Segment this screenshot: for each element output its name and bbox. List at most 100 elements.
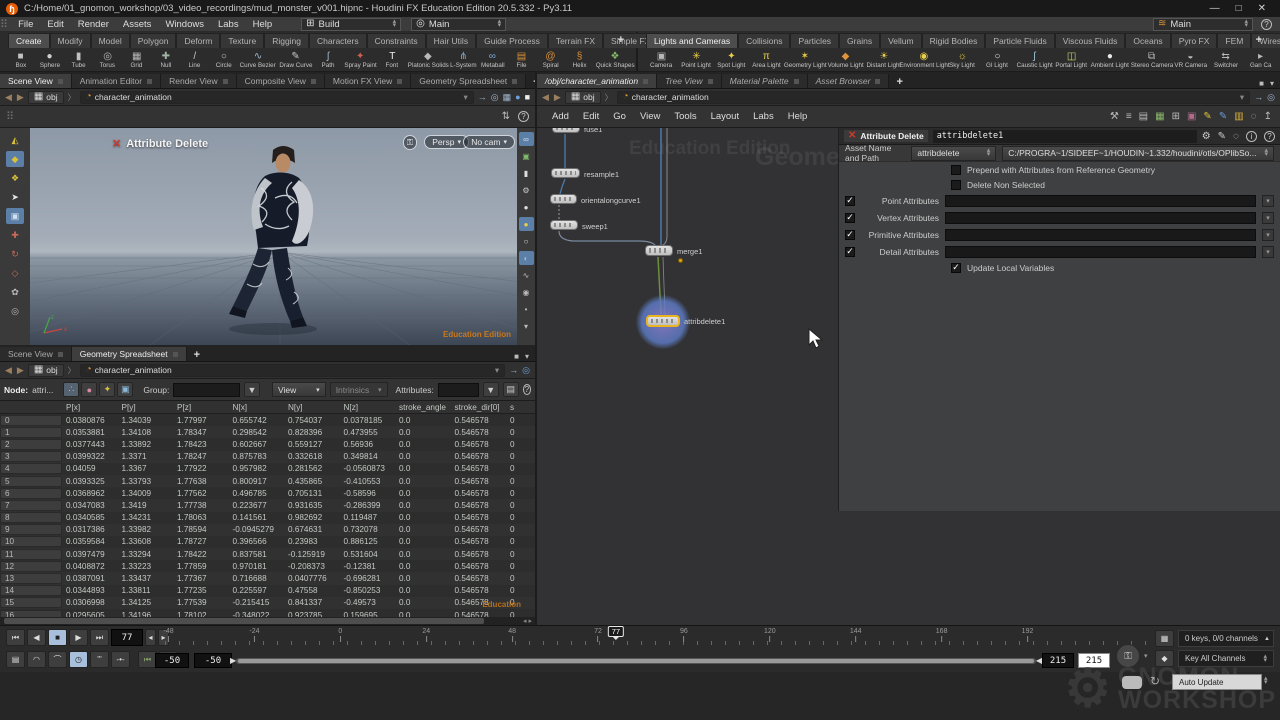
table-row[interactable]: 13 0.03870911.334371.773670.7166880.0407… [0,572,535,584]
desktop-selector[interactable]: ⊞Build [301,18,401,31]
table-row[interactable]: 9 0.03173861.339821.78594-0.09452790.674… [0,524,535,536]
follow-icon[interactable]: ◎ [491,92,499,103]
pane-tab[interactable]: Geometry Spreadsheet [72,347,187,361]
table-row[interactable]: 12 0.04088721.332231.778590.970181-0.208… [0,560,535,572]
shelf-tool[interactable]: ✦Spray Paint [343,48,378,72]
display-option-icon[interactable]: • [519,302,534,316]
shelf-tool[interactable]: ✶Geometry Light [784,48,826,72]
new-pane-tab-button[interactable]: + [187,349,207,361]
network-node[interactable] [550,194,577,204]
add-shelf-tab-button[interactable]: + [612,34,630,46]
node-value[interactable]: attri... [32,385,53,395]
shelf-tool[interactable]: ◆Volume Light [826,48,865,72]
attr-class-icon[interactable]: ▣ [117,382,133,397]
shelf-tool[interactable]: πArea Light [749,48,784,72]
tab-close-icon[interactable] [397,79,402,84]
shelf-tab[interactable]: Hair Utils [426,33,476,48]
checkbox[interactable] [845,230,855,240]
clock-icon[interactable]: ◷ [69,651,88,668]
network-node[interactable] [550,220,578,230]
attribute-menu-icon[interactable]: ▾ [1262,246,1274,258]
shelf-tool[interactable]: ○Circle [209,48,238,72]
shelf-tool[interactable]: ⇆Switcher [1208,48,1243,72]
shelf-tool[interactable]: TFont [378,48,407,72]
checkbox[interactable] [951,180,961,190]
tab-close-icon[interactable] [794,79,799,84]
shelf-tool[interactable]: §Helix [565,48,594,72]
shelf-tab[interactable]: Particles [790,33,839,48]
menu-item[interactable]: File [11,18,40,31]
forward-arrow-icon[interactable]: ▶ [554,92,561,103]
pane-tab[interactable]: Render View [161,74,237,88]
table-row[interactable]: 4 0.040591.33671.779220.9579820.281562-0… [0,463,535,475]
horizontal-scrollbar[interactable]: ◂ ▸ [0,617,535,625]
tree-icon[interactable]: ≡ [1126,111,1132,122]
key-menu-icon[interactable]: ▾ [1144,652,1148,660]
network-menu-item[interactable]: Tools [667,109,703,124]
close-button[interactable]: ✕ [1258,3,1266,14]
pane-menu-icon[interactable]: ▾ [525,352,529,361]
shelf-tool[interactable]: ●Ambient Light [1089,48,1131,72]
pane-tab[interactable]: Composite View [237,74,325,88]
shelf-tool[interactable]: ▦Grid [122,48,151,72]
edit-yellow-icon[interactable]: ✎ [1203,111,1211,122]
shelf-tool[interactable]: ▸Gan Ca [1243,48,1278,72]
audio-icon[interactable]: ◠ [27,651,46,668]
scrollbar-thumb[interactable] [4,618,484,624]
search-icon[interactable]: ◌ [1233,131,1239,142]
shelf-tool[interactable]: ʃCaustic Light [1015,48,1054,72]
attribute-menu-icon[interactable]: ▾ [1262,212,1274,224]
shelf-tab[interactable]: Texture [220,33,264,48]
table-row[interactable]: 5 0.03933251.337931.776380.8009170.43586… [0,475,535,487]
display-option-icon[interactable]: ⚙ [519,183,534,197]
display-option-icon[interactable]: ∿ [519,268,534,282]
group-filter-icon[interactable]: ▼ [244,382,260,397]
shelf-tool[interactable]: ▤File [507,48,536,72]
menu-item[interactable]: Render [71,18,116,31]
network-node[interactable] [646,315,680,327]
table-row[interactable]: 6 0.03689621.340091.775620.4967850.70513… [0,487,535,499]
tab-close-icon[interactable] [643,79,648,84]
network-node[interactable] [551,168,580,178]
pane-tab[interactable]: Scene View [0,74,72,88]
network-menu-item[interactable]: Add [545,109,576,124]
pane-tab[interactable]: Tree View [657,74,721,88]
table-row[interactable]: 8 0.03405851.342311.780630.1415610.98269… [0,512,535,524]
shelf-tab[interactable]: Rigging [264,33,309,48]
checkbox[interactable] [845,247,855,257]
viewport-tool-icon[interactable]: ◭ [6,132,24,148]
shelf-tab[interactable]: Oceans [1125,33,1170,48]
prev-key-icon[interactable]: ◂ [145,629,156,646]
shelf-tool[interactable]: ▣Camera [644,48,679,72]
brush-icon[interactable]: ✎ [1218,131,1226,142]
shelf-tab[interactable]: Deform [176,33,220,48]
minimize-button[interactable]: — [1210,3,1220,14]
network-menu-item[interactable]: Edit [576,109,606,124]
table-row[interactable]: 2 0.03774431.338921.784230.6026670.55912… [0,438,535,450]
network-menu-item[interactable]: Labs [746,109,781,124]
camera-selector[interactable]: No cam▾ [463,135,515,149]
checkbox[interactable] [951,165,961,175]
attributes-input[interactable] [438,383,479,397]
shelf-tool[interactable]: @Spiral [536,48,565,72]
shelf-tool[interactable]: ☀Distant Light [865,48,903,72]
global-start-field[interactable]: -50 [155,653,189,668]
attr-class-icon[interactable]: ∴ [63,382,79,397]
follow-icon[interactable]: ◎ [1267,92,1275,103]
pane-tab[interactable]: /obj/character_animation [537,74,657,88]
shelf-tool[interactable]: ✎Draw Curve [278,48,314,72]
shelf-tab[interactable]: Guide Process [476,33,548,48]
pane-maximize-icon[interactable]: ■ [514,352,519,361]
tab-close-icon[interactable] [147,79,152,84]
viewport-help-icon[interactable]: ? [518,111,529,122]
maximize-button[interactable]: □ [1236,3,1242,14]
spreadsheet-help-icon[interactable]: ? [523,384,531,395]
pane-tab[interactable]: Geometry Spreadsheet [411,74,526,88]
shelf-tool[interactable]: ❖Quick Shapes [594,48,636,72]
shelf-tool[interactable]: ◎Torus [93,48,122,72]
playback-range-slider[interactable]: ▶◀ [236,658,1036,664]
menu-item[interactable]: Edit [40,18,70,31]
menu-item[interactable]: Assets [116,18,159,31]
shelf-tool[interactable]: ✚Null [151,48,180,72]
shelf-tab[interactable]: Rigid Bodies [922,33,986,48]
